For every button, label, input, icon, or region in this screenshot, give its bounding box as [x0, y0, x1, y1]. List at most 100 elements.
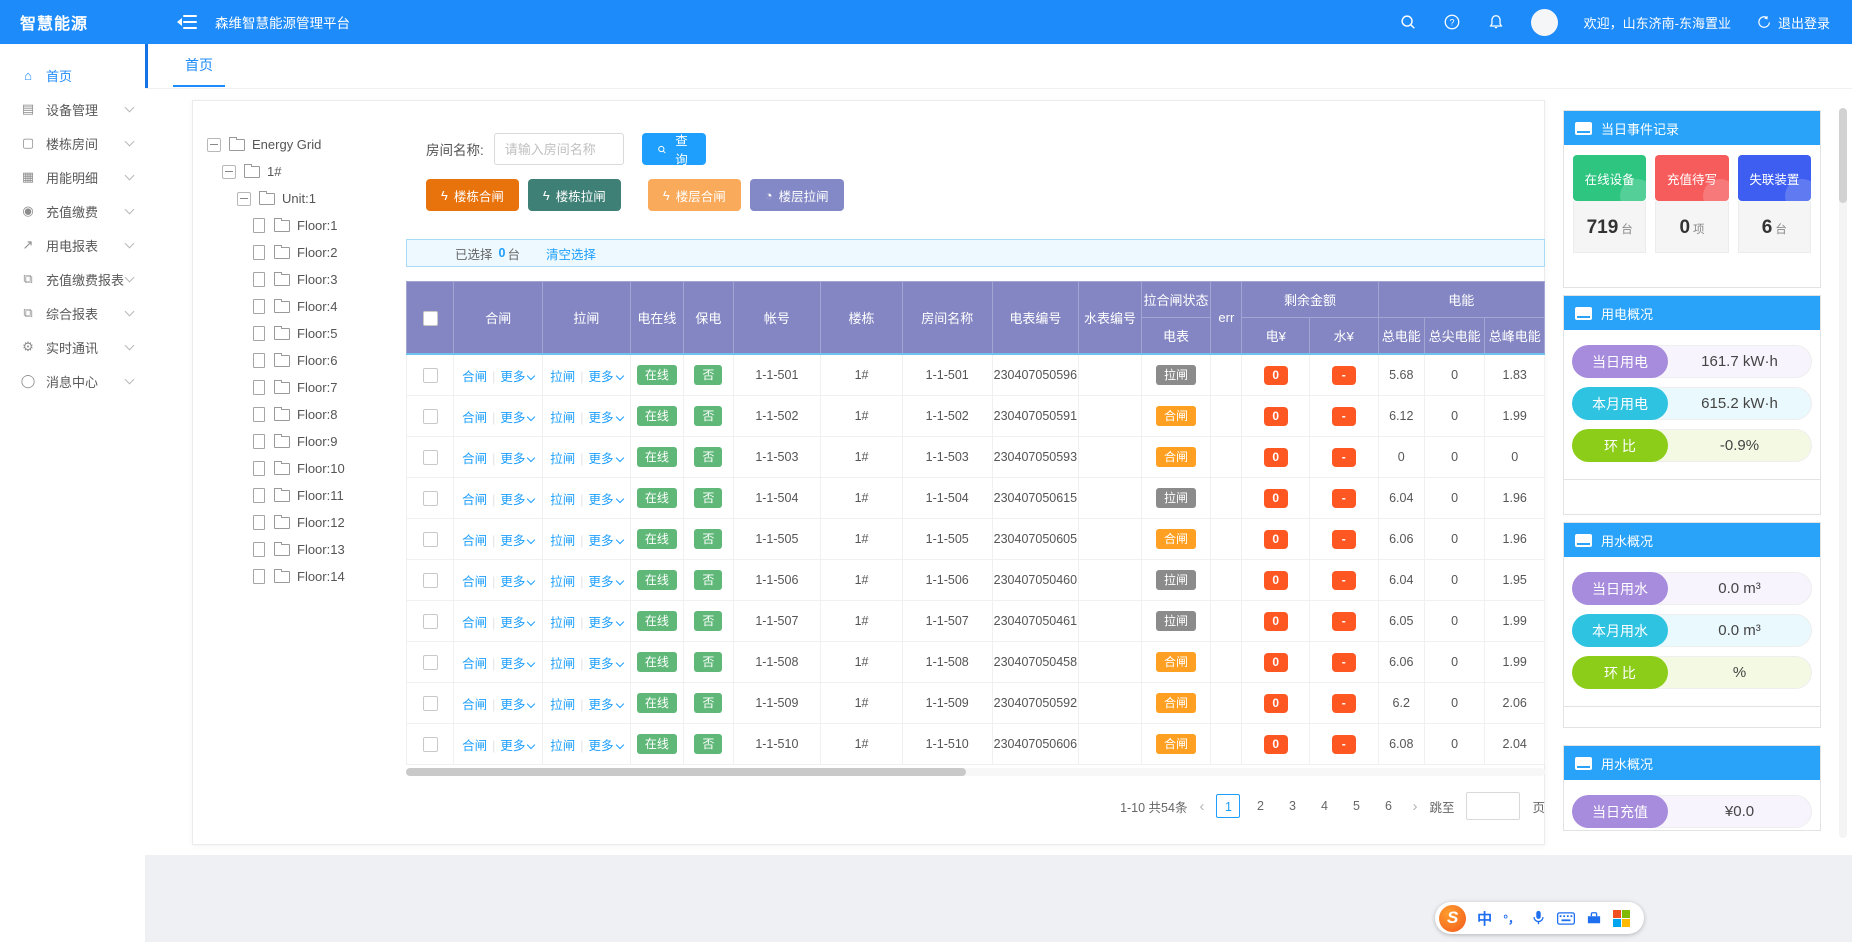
help-icon[interactable]: ? — [1443, 13, 1461, 31]
tree-node[interactable]: Floor:3 — [203, 266, 403, 293]
sidebar-collapse-icon[interactable] — [177, 14, 197, 30]
page-number-2[interactable]: 2 — [1248, 794, 1272, 818]
tab-home[interactable]: 首页 — [173, 44, 225, 87]
tree-node[interactable]: Floor:9 — [203, 428, 403, 455]
more-link[interactable]: 更多 — [500, 411, 534, 425]
close-breaker-link[interactable]: 合闸 — [462, 575, 487, 589]
logout-button[interactable]: 退出登录 — [1757, 13, 1830, 32]
open-breaker-link[interactable]: 拉闸 — [550, 698, 575, 712]
tree-node[interactable]: Floor:13 — [203, 536, 403, 563]
sidebar-item-3[interactable]: ▢楼栋房间 — [0, 126, 145, 160]
sidebar-item-9[interactable]: ⚙实时通讯 — [0, 330, 145, 364]
row-checkbox[interactable] — [423, 737, 438, 752]
close-breaker-link[interactable]: 合闸 — [462, 493, 487, 507]
breaker-button-2[interactable]: ϟ楼栋拉闸 — [528, 179, 621, 211]
event-tile[interactable]: 在线设备719台 — [1573, 155, 1646, 253]
more-link[interactable]: 更多 — [589, 452, 623, 466]
more-link[interactable]: 更多 — [589, 698, 623, 712]
row-checkbox[interactable] — [423, 409, 438, 424]
row-checkbox[interactable] — [423, 573, 438, 588]
open-breaker-link[interactable]: 拉闸 — [550, 616, 575, 630]
tree-node[interactable]: Floor:7 — [203, 374, 403, 401]
row-checkbox[interactable] — [423, 491, 438, 506]
sidebar-item-2[interactable]: ▤设备管理 — [0, 92, 145, 126]
select-all-checkbox[interactable] — [423, 311, 438, 326]
more-link[interactable]: 更多 — [589, 370, 623, 384]
tree-node[interactable]: Floor:8 — [203, 401, 403, 428]
more-link[interactable]: 更多 — [589, 534, 623, 548]
row-checkbox[interactable] — [423, 614, 438, 629]
open-breaker-link[interactable]: 拉闸 — [550, 739, 575, 753]
room-name-input[interactable] — [494, 133, 624, 165]
tree-node[interactable]: Floor:5 — [203, 320, 403, 347]
tree-collapse-icon[interactable] — [222, 165, 236, 179]
more-link[interactable]: 更多 — [589, 657, 623, 671]
clear-selection-link[interactable]: 清空选择 — [546, 244, 596, 263]
next-page-arrow[interactable]: › — [1408, 798, 1421, 815]
search-button[interactable]: 查询 — [642, 133, 706, 165]
open-breaker-link[interactable]: 拉闸 — [550, 575, 575, 589]
tree-node[interactable]: Energy Grid — [203, 131, 403, 158]
more-link[interactable]: 更多 — [589, 575, 623, 589]
row-checkbox[interactable] — [423, 655, 438, 670]
ime-menu-grid-icon[interactable] — [1613, 910, 1630, 927]
sidebar-item-1[interactable]: ⌂首页 — [0, 58, 145, 92]
close-breaker-link[interactable]: 合闸 — [462, 657, 487, 671]
keyboard-icon[interactable] — [1557, 912, 1575, 925]
microphone-icon[interactable] — [1531, 910, 1546, 926]
close-breaker-link[interactable]: 合闸 — [462, 739, 487, 753]
page-number-6[interactable]: 6 — [1376, 794, 1400, 818]
tree-node[interactable]: Floor:1 — [203, 212, 403, 239]
more-link[interactable]: 更多 — [500, 739, 534, 753]
row-checkbox[interactable] — [423, 532, 438, 547]
more-link[interactable]: 更多 — [500, 698, 534, 712]
tree-collapse-icon[interactable] — [237, 192, 251, 206]
page-number-4[interactable]: 4 — [1312, 794, 1336, 818]
open-breaker-link[interactable]: 拉闸 — [550, 411, 575, 425]
sidebar-item-5[interactable]: ◉充值缴费 — [0, 194, 145, 228]
row-checkbox[interactable] — [423, 368, 438, 383]
horizontal-scrollbar-thumb[interactable] — [406, 768, 966, 776]
sidebar-item-6[interactable]: ↗用电报表 — [0, 228, 145, 262]
more-link[interactable]: 更多 — [589, 411, 623, 425]
sidebar-item-7[interactable]: ⧉充值缴费报表 — [0, 262, 145, 296]
tree-node[interactable]: Floor:12 — [203, 509, 403, 536]
sidebar-item-10[interactable]: ◯消息中心 — [0, 364, 145, 398]
more-link[interactable]: 更多 — [500, 452, 534, 466]
more-link[interactable]: 更多 — [500, 575, 534, 589]
page-number-1[interactable]: 1 — [1216, 794, 1240, 818]
open-breaker-link[interactable]: 拉闸 — [550, 452, 575, 466]
tree-node[interactable]: Floor:10 — [203, 455, 403, 482]
more-link[interactable]: 更多 — [500, 657, 534, 671]
sidebar-item-8[interactable]: ⧉综合报表 — [0, 296, 145, 330]
breaker-button-4[interactable]: ◔楼层拉闸 — [750, 179, 844, 211]
more-link[interactable]: 更多 — [500, 616, 534, 630]
vertical-scrollbar-thumb[interactable] — [1839, 108, 1847, 203]
prev-page-arrow[interactable]: ‹ — [1195, 798, 1208, 815]
page-number-5[interactable]: 5 — [1344, 794, 1368, 818]
sidebar-item-4[interactable]: ▦用能明细 — [0, 160, 145, 194]
tree-node[interactable]: Floor:11 — [203, 482, 403, 509]
breaker-button-1[interactable]: ϟ楼栋合闸 — [426, 179, 519, 211]
close-breaker-link[interactable]: 合闸 — [462, 616, 487, 630]
chinese-mode-icon[interactable]: 中 — [1477, 908, 1492, 929]
tree-node[interactable]: 1# — [203, 158, 403, 185]
breaker-button-3[interactable]: ϟ楼层合闸 — [648, 179, 741, 211]
toolbox-icon[interactable] — [1586, 911, 1602, 925]
close-breaker-link[interactable]: 合闸 — [462, 411, 487, 425]
more-link[interactable]: 更多 — [589, 739, 623, 753]
tree-node[interactable]: Floor:14 — [203, 563, 403, 590]
open-breaker-link[interactable]: 拉闸 — [550, 493, 575, 507]
close-breaker-link[interactable]: 合闸 — [462, 698, 487, 712]
search-icon[interactable] — [1399, 13, 1417, 31]
more-link[interactable]: 更多 — [500, 534, 534, 548]
tree-node[interactable]: Floor:2 — [203, 239, 403, 266]
open-breaker-link[interactable]: 拉闸 — [550, 370, 575, 384]
open-breaker-link[interactable]: 拉闸 — [550, 534, 575, 548]
more-link[interactable]: 更多 — [500, 370, 534, 384]
close-breaker-link[interactable]: 合闸 — [462, 534, 487, 548]
tree-node[interactable]: Floor:6 — [203, 347, 403, 374]
jump-page-input[interactable] — [1466, 792, 1520, 820]
event-tile[interactable]: 充值待写0项 — [1655, 155, 1728, 253]
close-breaker-link[interactable]: 合闸 — [462, 370, 487, 384]
